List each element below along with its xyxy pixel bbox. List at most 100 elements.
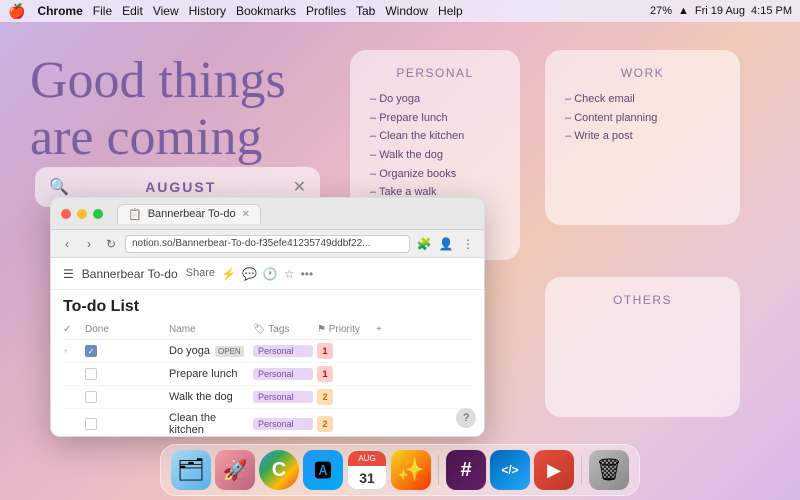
wifi-icon: ▲: [678, 5, 689, 17]
dock-divider-2: [581, 455, 582, 485]
list-item: Organize books: [370, 165, 500, 184]
app-name[interactable]: Chrome: [37, 4, 82, 18]
priority-badge: 2: [317, 416, 333, 432]
apple-menu[interactable]: 🍎: [8, 3, 25, 20]
calendar-day: 31: [359, 466, 375, 489]
col-add[interactable]: +: [376, 324, 396, 335]
tag-badge: Personal: [253, 345, 313, 357]
dock-vscode[interactable]: </>: [490, 450, 530, 490]
task-name: Clean the kitchen: [169, 412, 249, 436]
work-card: WORK Check email Content planning Write …: [545, 50, 740, 225]
menubar-left: 🍎 Chrome File Edit View History Bookmark…: [8, 3, 650, 20]
minimize-traffic-light[interactable]: [77, 209, 87, 219]
vscode-icon: </>: [501, 463, 518, 477]
dock-launchpad[interactable]: 🚀: [215, 450, 255, 490]
others-card-title: OTHERS: [565, 293, 720, 307]
notion-menu-icon[interactable]: ☰: [63, 267, 74, 281]
list-item: Prepare lunch: [370, 109, 500, 128]
browser-titlebar: 📋 Bannerbear To-do ✕: [51, 198, 484, 230]
more-options-icon[interactable]: ⋮: [460, 237, 476, 251]
priority-badge: 2: [317, 389, 333, 405]
calendar-header: AUG: [348, 451, 386, 466]
menu-edit[interactable]: Edit: [122, 4, 143, 18]
list-item: Check email: [565, 90, 720, 109]
hero-line2: are coming: [30, 109, 286, 166]
star-icon[interactable]: ☆: [284, 267, 295, 281]
menu-bookmarks[interactable]: Bookmarks: [236, 4, 296, 18]
col-name: Name: [169, 324, 249, 335]
close-button[interactable]: ✕: [293, 177, 306, 197]
tag-badge: Personal: [253, 391, 313, 403]
forward-button[interactable]: ›: [81, 237, 97, 251]
menu-profiles[interactable]: Profiles: [306, 4, 346, 18]
back-button[interactable]: ‹: [59, 237, 75, 251]
dock-chrome[interactable]: C: [259, 450, 299, 490]
table-row: Walk the dog Personal 2: [63, 386, 472, 409]
open-label: OPEN: [215, 346, 244, 357]
task-name: Prepare lunch: [169, 368, 249, 380]
profile-icon[interactable]: 👤: [438, 237, 454, 251]
chrome-icon: C: [272, 459, 286, 482]
notion-body: To-do List ✓ Done Name 🏷 Tags ⚑ Priority…: [51, 290, 484, 436]
hero-line1: Good things: [30, 52, 286, 109]
dock-appstore[interactable]: 🅰: [303, 450, 343, 490]
dock-trash[interactable]: 🗑: [589, 450, 629, 490]
list-item: Content planning: [565, 109, 720, 128]
personal-card-title: PERSONAL: [370, 66, 500, 80]
done-checkbox[interactable]: [85, 418, 97, 430]
personal-task-list: Do yoga Prepare lunch Clean the kitchen …: [370, 90, 500, 202]
table-row: + Do yoga OPEN Personal 1: [63, 340, 472, 363]
table-header: ✓ Done Name 🏷 Tags ⚑ Priority +: [63, 320, 472, 340]
work-card-title: WORK: [565, 66, 720, 80]
dock-qview[interactable]: ▶: [534, 450, 574, 490]
main-content: Good things are coming PERSONAL Do yoga …: [0, 22, 800, 500]
browser-tab[interactable]: 📋 Bannerbear To-do ✕: [117, 204, 261, 224]
list-item: Write a post: [565, 127, 720, 146]
dock-slack[interactable]: #: [446, 450, 486, 490]
tab-favicon: 📋: [128, 208, 142, 221]
browser-content: ☰ Bannerbear To-do Share ⚡ 💬 🕐 ☆ ••• To-…: [51, 258, 484, 436]
qview-icon: ▶: [547, 460, 561, 481]
menu-tab[interactable]: Tab: [356, 4, 375, 18]
clock-icon[interactable]: 🕐: [263, 267, 278, 281]
finder-icon: 🗂: [177, 457, 205, 483]
close-traffic-light[interactable]: [61, 209, 71, 219]
dock-effects[interactable]: ✨: [391, 450, 431, 490]
browser-window: 📋 Bannerbear To-do ✕ ‹ › ↻ notion.so/Ban…: [50, 197, 485, 437]
menu-view[interactable]: View: [153, 4, 179, 18]
url-bar[interactable]: notion.so/Bannerbear-To-do-f35efe4123574…: [125, 235, 410, 253]
time-display: 4:15 PM: [751, 5, 792, 17]
comment-icon[interactable]: 💬: [242, 267, 257, 281]
menu-file[interactable]: File: [93, 4, 112, 18]
search-icon: 🔍: [49, 177, 69, 197]
launchpad-icon: 🚀: [223, 458, 248, 483]
maximize-traffic-light[interactable]: [93, 209, 103, 219]
menu-window[interactable]: Window: [385, 4, 428, 18]
dock-finder[interactable]: 🗂: [171, 450, 211, 490]
col-tags: 🏷 Tags: [253, 324, 313, 335]
dock-divider: [438, 455, 439, 485]
hero-text: Good things are coming: [30, 52, 286, 166]
col-done: ✓: [63, 324, 81, 335]
slack-icon: #: [460, 459, 471, 482]
menu-history[interactable]: History: [189, 4, 226, 18]
share-button[interactable]: Share: [186, 267, 215, 281]
menu-help[interactable]: Help: [438, 4, 463, 18]
row-add-icon: +: [63, 346, 81, 356]
more-icon[interactable]: •••: [301, 267, 314, 281]
lightning-icon[interactable]: ⚡: [221, 267, 236, 281]
tab-close-icon[interactable]: ✕: [242, 209, 250, 220]
table-row: Clean the kitchen Personal 2: [63, 409, 472, 436]
help-button[interactable]: ?: [456, 408, 476, 428]
tag-badge: Personal: [253, 418, 313, 430]
reload-button[interactable]: ↻: [103, 237, 119, 251]
work-task-list: Check email Content planning Write a pos…: [565, 90, 720, 146]
done-checkbox[interactable]: [85, 345, 97, 357]
done-checkbox[interactable]: [85, 368, 97, 380]
done-checkbox[interactable]: [85, 391, 97, 403]
extensions-icon[interactable]: 🧩: [416, 237, 432, 251]
dock: 🗂 🚀 C 🅰 AUG 31 ✨ # </> ▶ 🗑: [160, 444, 640, 496]
list-item: Do yoga: [370, 90, 500, 109]
priority-badge: 1: [317, 343, 333, 359]
dock-calendar[interactable]: AUG 31: [347, 450, 387, 490]
